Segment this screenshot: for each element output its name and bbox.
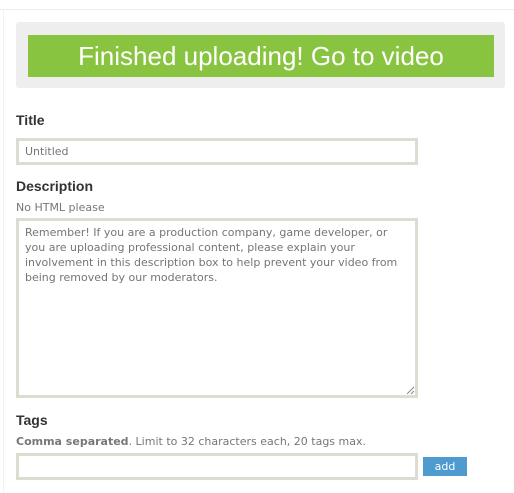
description-label: Description bbox=[16, 178, 94, 194]
tags-hint-bold: Comma separated bbox=[16, 435, 129, 448]
upload-status-panel: Finished uploading! Go to video bbox=[16, 22, 505, 88]
title-label: Title bbox=[16, 112, 45, 128]
upload-form-page: Finished uploading! Go to video Title De… bbox=[0, 0, 514, 493]
tags-hint: Comma separated. Limit to 32 characters … bbox=[16, 435, 366, 448]
add-tag-button[interactable]: add bbox=[423, 457, 467, 476]
description-hint: No HTML please bbox=[16, 201, 105, 214]
description-textarea[interactable] bbox=[16, 218, 418, 398]
title-input[interactable] bbox=[16, 138, 418, 165]
left-divider bbox=[3, 9, 4, 493]
tags-input[interactable] bbox=[16, 453, 418, 480]
tags-label: Tags bbox=[16, 412, 48, 428]
tags-hint-text: . Limit to 32 characters each, 20 tags m… bbox=[128, 435, 366, 448]
go-to-video-button[interactable]: Finished uploading! Go to video bbox=[28, 35, 494, 77]
resize-grip-icon[interactable] bbox=[405, 385, 415, 395]
top-divider bbox=[0, 9, 514, 10]
